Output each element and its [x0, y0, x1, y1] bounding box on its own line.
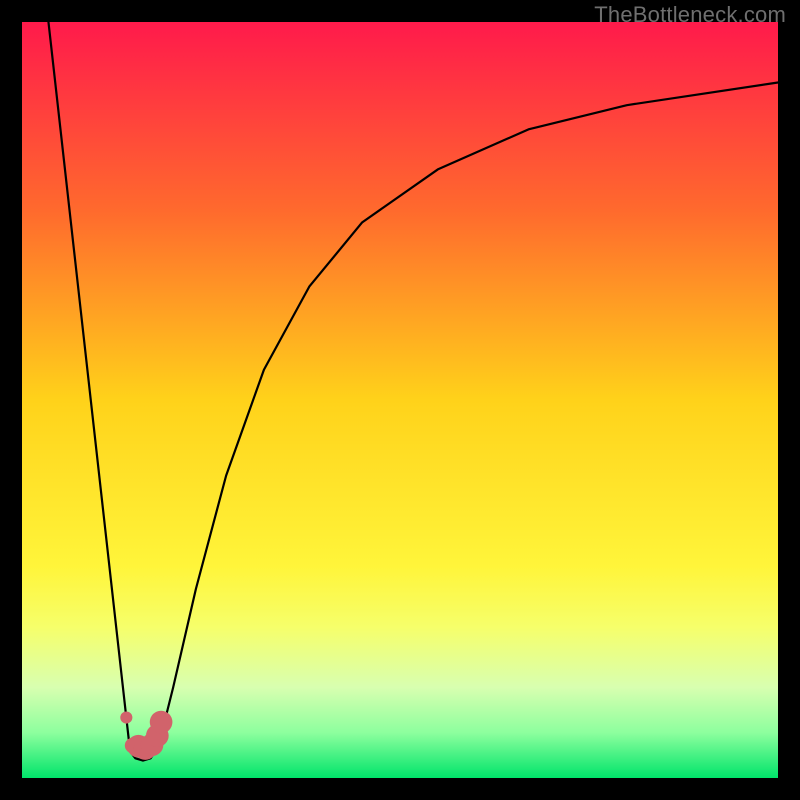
chart-svg — [22, 22, 778, 778]
gradient-background — [22, 22, 778, 778]
data-marker — [150, 711, 173, 734]
plot-area — [22, 22, 778, 778]
chart-frame: TheBottleneck.com — [0, 0, 800, 800]
data-marker — [120, 711, 132, 723]
